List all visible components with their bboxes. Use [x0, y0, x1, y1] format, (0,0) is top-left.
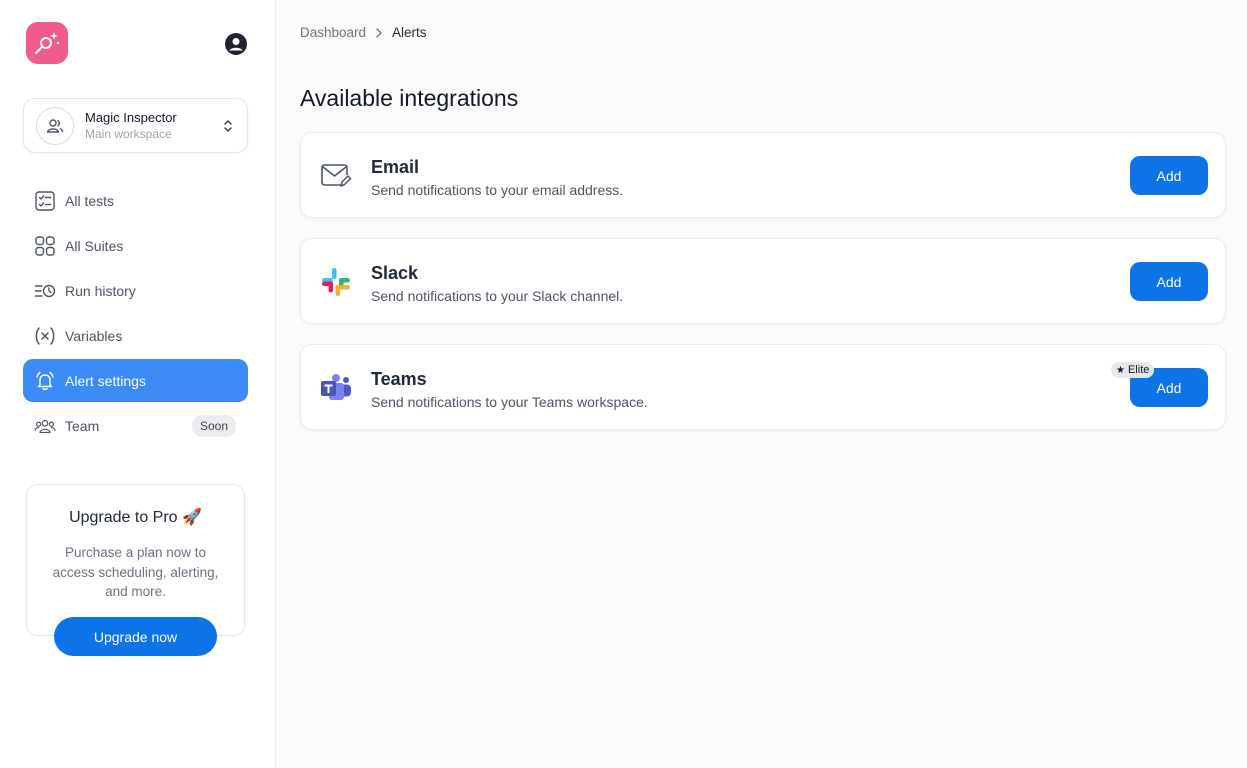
breadcrumb-dashboard[interactable]: Dashboard: [300, 25, 366, 40]
upgrade-title: Upgrade to Pro 🚀: [69, 509, 202, 526]
history-icon: [34, 280, 56, 302]
nav-label: All Suites: [65, 237, 124, 254]
main-content: Dashboard Alerts Available integrations …: [276, 0, 1247, 768]
workspace-name: Magic Inspector: [85, 109, 177, 125]
chevron-up-down-icon: [221, 118, 235, 134]
add-email-button[interactable]: Add: [1130, 156, 1208, 195]
sidebar-item-alert-settings[interactable]: Alert settings: [23, 359, 248, 402]
page-title: Available integrations: [300, 85, 519, 111]
chevron-right-icon: [375, 27, 383, 39]
upgrade-now-button[interactable]: Upgrade now: [54, 617, 217, 656]
workspace-subtitle: Main workspace: [85, 126, 172, 141]
workspace-avatar: [36, 106, 74, 145]
nav-label: Alert settings: [65, 372, 146, 389]
upgrade-card: Upgrade to Pro 🚀 Purchase a plan now to …: [26, 484, 245, 636]
team-icon: [34, 415, 56, 437]
slack-icon: [319, 266, 353, 298]
sidebar-item-variables[interactable]: Variables: [23, 314, 248, 357]
integration-card-email: Email Send notifications to your email a…: [300, 132, 1226, 218]
magic-wand-icon: [34, 32, 60, 55]
users-icon: [46, 118, 64, 133]
variable-icon: [34, 325, 56, 347]
sidebar: Magic Inspector Main workspace All tests…: [0, 0, 276, 768]
app: Magic Inspector Main workspace All tests…: [0, 0, 1247, 768]
integration-card-teams: Teams Send notifications to your Teams w…: [300, 344, 1226, 430]
integration-title: Email: [371, 157, 420, 177]
sidebar-nav: All tests All Suites Run history Variabl…: [23, 179, 248, 449]
logo[interactable]: [26, 22, 68, 64]
sidebar-item-all-tests[interactable]: All tests: [23, 179, 248, 222]
integration-title: Slack: [371, 263, 419, 283]
integration-description: Send notifications to your email address…: [371, 182, 624, 198]
elite-label: Elite: [1127, 364, 1150, 376]
sidebar-item-all-suites[interactable]: All Suites: [23, 224, 248, 267]
workspace-switcher[interactable]: Magic Inspector Main workspace: [23, 98, 248, 153]
user-account-button[interactable]: [225, 33, 247, 55]
sidebar-item-team[interactable]: Team Soon: [23, 404, 248, 447]
nav-label: Variables: [65, 327, 123, 344]
upgrade-description: Purchase a plan now to access scheduling…: [52, 545, 219, 599]
elite-badge: ★ Elite: [1111, 362, 1155, 378]
checklist-icon: [34, 190, 56, 212]
integration-description: Send notifications to your Teams workspa…: [371, 394, 648, 410]
integration-title: Teams: [371, 369, 427, 389]
email-icon: [319, 160, 353, 192]
integration-card-slack: Slack Send notifications to your Slack c…: [300, 238, 1226, 324]
soon-badge: Soon: [191, 414, 236, 437]
user-icon: [229, 38, 243, 51]
integration-description: Send notifications to your Slack channel…: [371, 288, 624, 304]
nav-label: Team: [65, 417, 100, 434]
breadcrumb: Dashboard Alerts: [300, 25, 427, 40]
nav-label: All tests: [65, 192, 115, 209]
breadcrumb-alerts: Alerts: [392, 25, 427, 40]
nav-label: Run history: [65, 282, 136, 299]
star-icon: ★: [1116, 364, 1125, 376]
sidebar-item-run-history[interactable]: Run history: [23, 269, 248, 312]
add-slack-button[interactable]: Add: [1130, 262, 1208, 301]
bell-icon: [34, 370, 56, 392]
grid-icon: [34, 235, 56, 257]
teams-icon: [319, 372, 353, 404]
